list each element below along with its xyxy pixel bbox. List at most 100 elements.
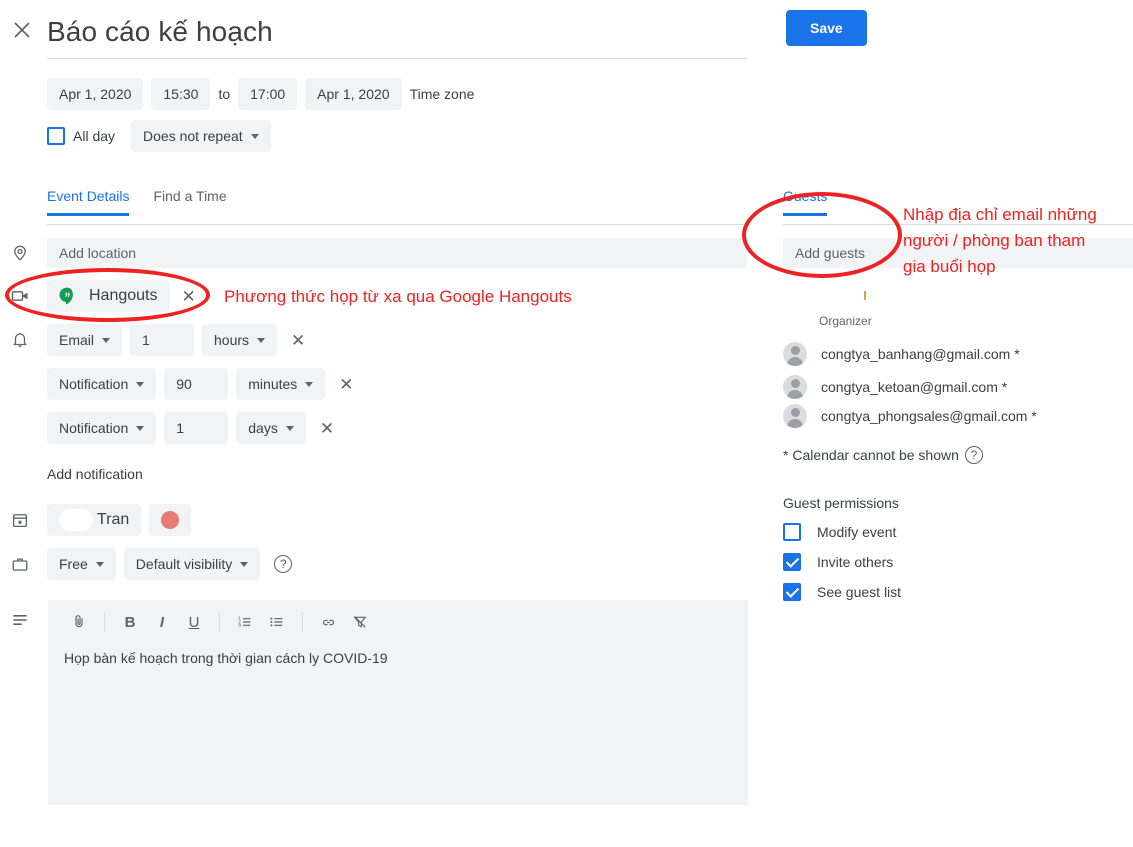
- toolbar-divider: [219, 612, 220, 632]
- tabs-divider: [47, 224, 747, 225]
- chevron-down-icon: [96, 562, 104, 567]
- description-lines-icon: [8, 608, 32, 632]
- description-body[interactable]: Họp bàn kế hoạch trong thời gian cách ly…: [48, 644, 748, 672]
- end-time-field[interactable]: 17:00: [238, 78, 297, 110]
- toolbar-divider: [104, 612, 105, 632]
- start-time-field[interactable]: 15:30: [151, 78, 210, 110]
- add-guests-input[interactable]: Add guests: [783, 238, 1133, 268]
- notification-unit-dropdown[interactable]: days: [236, 412, 306, 444]
- see-guest-list-checkbox[interactable]: [783, 583, 801, 601]
- guest-email: congtya_banhang@gmail.com *: [821, 346, 1020, 362]
- tab-find-a-time[interactable]: Find a Time: [153, 188, 226, 217]
- remove-conferencing-button[interactable]: ✕: [176, 288, 202, 305]
- chevron-down-icon: [102, 338, 110, 343]
- calendar-row: Tran: [47, 504, 191, 536]
- close-icon: [13, 21, 31, 39]
- schedule-row: Apr 1, 2020 15:30 to 17:00 Apr 1, 2020 T…: [47, 78, 474, 110]
- redacted-organizer-avatar: [780, 294, 814, 324]
- link-icon[interactable]: [313, 607, 343, 637]
- guest-permissions-title: Guest permissions: [783, 495, 899, 511]
- chevron-down-icon: [136, 426, 144, 431]
- notification-method-dropdown[interactable]: Email: [47, 324, 122, 356]
- description-editor: B I U 1 2 3: [48, 600, 748, 805]
- calendar-icon: [8, 508, 32, 532]
- event-color-dropdown[interactable]: [149, 504, 191, 536]
- end-date-field[interactable]: Apr 1, 2020: [305, 78, 401, 110]
- redacted-owner-avatar: [59, 509, 93, 531]
- italic-icon[interactable]: I: [147, 607, 177, 637]
- bell-icon: [8, 328, 32, 352]
- chevron-down-icon: [286, 426, 294, 431]
- location-input[interactable]: Add location: [47, 238, 747, 268]
- guest-list-item[interactable]: congtya_ketoan@gmail.com *: [783, 371, 1007, 403]
- visibility-dropdown[interactable]: Default visibility: [124, 548, 260, 580]
- video-camera-icon: [8, 284, 32, 308]
- notification-method-dropdown[interactable]: Notification: [47, 412, 156, 444]
- tab-event-details[interactable]: Event Details: [47, 188, 129, 217]
- notification-unit-dropdown[interactable]: minutes: [236, 368, 325, 400]
- hangouts-icon: [57, 286, 77, 306]
- calendar-owner-dropdown[interactable]: Tran: [47, 504, 141, 536]
- save-button[interactable]: Save: [786, 10, 867, 46]
- conferencing-row: Hangouts ✕: [47, 280, 202, 312]
- add-notification-button[interactable]: Add notification: [47, 466, 143, 482]
- notification-unit-label: days: [248, 420, 278, 436]
- underline-icon[interactable]: U: [179, 607, 209, 637]
- time-zone-button[interactable]: Time zone: [410, 86, 475, 102]
- all-day-checkbox[interactable]: [47, 127, 65, 145]
- chevron-down-icon: [251, 134, 259, 139]
- invite-others-checkbox[interactable]: [783, 553, 801, 571]
- close-event-button[interactable]: [8, 16, 36, 44]
- permission-row-modify-event[interactable]: Modify event: [783, 523, 896, 541]
- guests-divider: [783, 224, 1133, 225]
- svg-text:3: 3: [238, 623, 241, 628]
- notification-method-label: Email: [59, 332, 94, 348]
- modify-event-checkbox[interactable]: [783, 523, 801, 541]
- bullet-list-icon[interactable]: [262, 607, 292, 637]
- description-toolbar: B I U 1 2 3: [48, 600, 748, 644]
- remove-formatting-icon[interactable]: [345, 607, 375, 637]
- guest-email: congtya_ketoan@gmail.com *: [821, 379, 1007, 395]
- location-pin-icon: [8, 241, 32, 265]
- remove-notification-button[interactable]: ✕: [314, 420, 340, 437]
- toolbar-divider: [302, 612, 303, 632]
- calendar-cannot-be-shown-note: * Calendar cannot be shown ?: [783, 446, 983, 464]
- notification-amount-input[interactable]: [130, 324, 194, 356]
- attach-icon[interactable]: [64, 607, 94, 637]
- repeat-dropdown[interactable]: Does not repeat: [131, 120, 271, 152]
- bold-icon[interactable]: B: [115, 607, 145, 637]
- notification-row: Notification days ✕: [47, 412, 340, 444]
- busy-status-dropdown[interactable]: Free: [47, 548, 116, 580]
- notification-method-dropdown[interactable]: Notification: [47, 368, 156, 400]
- redaction-artifact: [864, 291, 866, 300]
- notification-amount-input[interactable]: [164, 412, 228, 444]
- hangouts-label: Hangouts: [89, 287, 158, 305]
- all-day-row: All day Does not repeat: [47, 120, 271, 152]
- visibility-label: Default visibility: [136, 556, 232, 572]
- hangouts-dropdown[interactable]: Hangouts: [47, 280, 170, 312]
- notification-row: Email hours ✕: [47, 324, 311, 356]
- avatar: [783, 375, 807, 399]
- help-icon[interactable]: ?: [965, 446, 983, 464]
- remove-notification-button[interactable]: ✕: [333, 376, 359, 393]
- annotation-text-hangouts: Phương thức họp từ xa qua Google Hangout…: [224, 284, 572, 310]
- calendar-note-text: * Calendar cannot be shown: [783, 447, 959, 463]
- remove-notification-button[interactable]: ✕: [285, 332, 311, 349]
- notification-unit-dropdown[interactable]: hours: [202, 324, 277, 356]
- event-title-input[interactable]: Báo cáo kế hoạch: [47, 13, 747, 51]
- tab-guests[interactable]: Guests: [783, 188, 827, 217]
- permission-label: Invite others: [817, 554, 893, 570]
- permission-row-invite-others[interactable]: Invite others: [783, 553, 893, 571]
- guest-list-item[interactable]: congtya_banhang@gmail.com *: [783, 338, 1020, 370]
- avatar: [783, 342, 807, 366]
- guest-list-item[interactable]: congtya_phongsales@gmail.com *: [783, 400, 1037, 432]
- help-icon[interactable]: ?: [274, 555, 292, 573]
- notification-amount-input[interactable]: [164, 368, 228, 400]
- to-label: to: [218, 86, 230, 102]
- availability-row: Free Default visibility ?: [47, 548, 292, 580]
- numbered-list-icon[interactable]: 1 2 3: [230, 607, 260, 637]
- detail-tabs: Event Details Find a Time: [47, 188, 227, 217]
- start-date-field[interactable]: Apr 1, 2020: [47, 78, 143, 110]
- chevron-down-icon: [136, 382, 144, 387]
- permission-row-see-guest-list[interactable]: See guest list: [783, 583, 901, 601]
